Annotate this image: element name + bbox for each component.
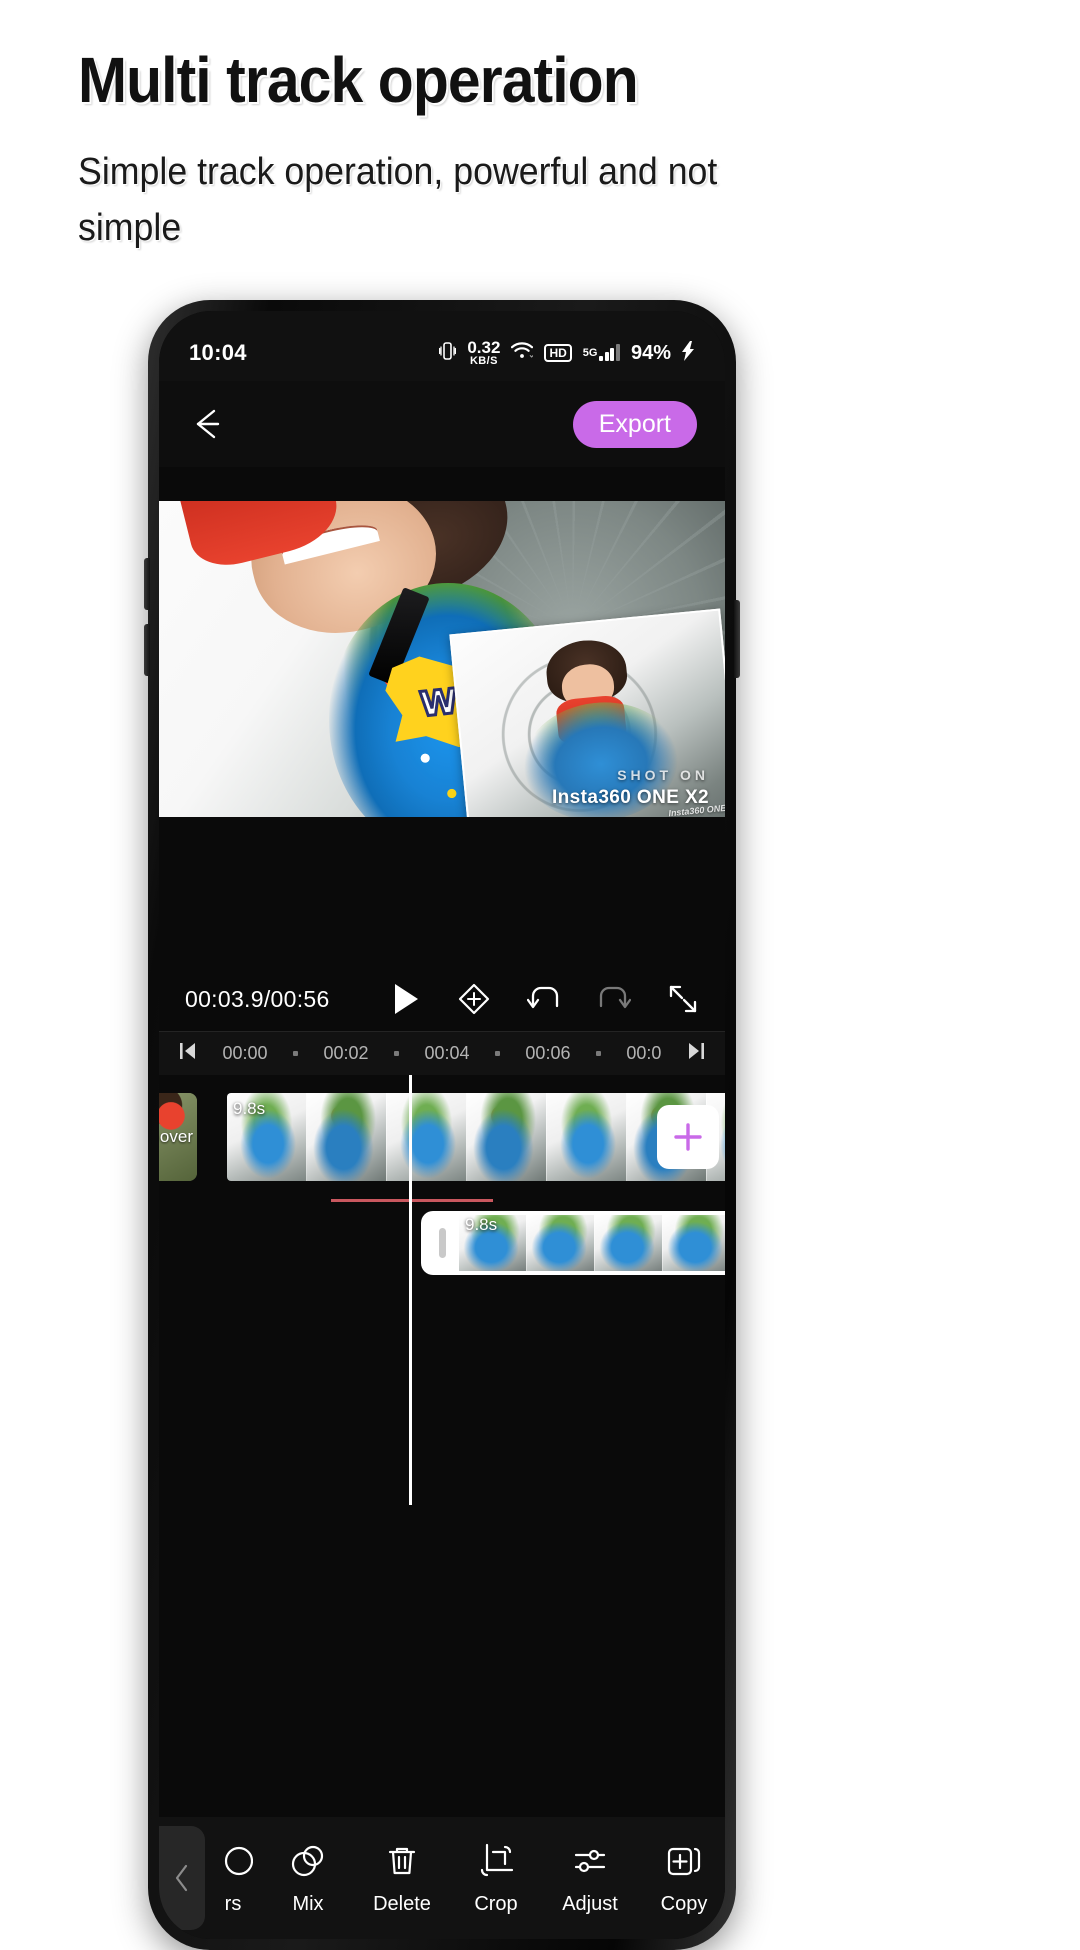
mix-icon: [288, 1841, 328, 1881]
keyframe-indicator-line: [331, 1199, 493, 1202]
ruler-minor-tick: [292, 1051, 298, 1056]
battery-level: 94%: [630, 341, 671, 364]
cover-clip[interactable]: over: [159, 1093, 197, 1181]
tool-crop[interactable]: Crop: [449, 1841, 543, 1916]
watermark-brand: Insta360 ONE X2: [551, 787, 709, 808]
signal-bars-icon: 5G: [583, 344, 620, 361]
chevron-left-icon[interactable]: [159, 1826, 205, 1930]
tool-delete[interactable]: Delete: [355, 1841, 449, 1916]
main-clip-duration: 9.8s: [233, 1099, 266, 1118]
filters-icon: [213, 1841, 253, 1881]
play-icon[interactable]: [391, 982, 421, 1016]
tool-filters[interactable]: rs: [205, 1841, 261, 1916]
export-button[interactable]: Export: [572, 400, 697, 448]
page-title: Multi track operation: [78, 44, 639, 116]
ruler-tick: 00:04: [424, 1043, 470, 1063]
power-button[interactable]: [734, 600, 740, 678]
video-preview[interactable]: WOW + ● Insta360 ONE SHOT ON Insta360 ON…: [159, 501, 725, 817]
tool-adjust[interactable]: Adjust: [543, 1841, 637, 1916]
tool-label: Mix: [292, 1892, 324, 1915]
ruler-tick: 00:00: [222, 1043, 268, 1063]
crop-icon: [476, 1841, 516, 1881]
sliders-icon: [570, 1841, 610, 1881]
phone-mockup: 10:04 0.32 KB/S HD 5G 94% Export Insta36…: [144, 300, 740, 1950]
fullscreen-icon[interactable]: [667, 983, 699, 1015]
player-control-bar: 00:03.9/00:56: [159, 967, 725, 1031]
status-bar: 10:04 0.32 KB/S HD 5G 94%: [159, 311, 725, 381]
bottom-toolbar: rs Mix Delete Crop Adjust Copy: [159, 1817, 725, 1939]
status-time: 10:04: [189, 340, 247, 365]
undo-icon[interactable]: [527, 984, 561, 1014]
tool-label: Delete: [373, 1892, 431, 1915]
ruler-minor-tick: [595, 1051, 601, 1056]
phone-screen: 10:04 0.32 KB/S HD 5G 94% Export Insta36…: [159, 311, 725, 1939]
clip-thumbnail: [387, 1093, 467, 1181]
promo-text-block: Multi track operation Simple track opera…: [78, 44, 998, 256]
pip-clip-duration: 9.8s: [465, 1215, 498, 1234]
pip-clip-thumbnail: [527, 1215, 595, 1271]
skip-to-end-icon[interactable]: [687, 1041, 705, 1066]
watermark-shot-on: SHOT ON: [617, 767, 709, 783]
tool-label: Copy: [660, 1892, 708, 1915]
clip-thumbnail: [467, 1093, 547, 1181]
preview-spacer: [159, 817, 725, 967]
app-top-nav: Export: [159, 381, 725, 467]
page-subtitle: Simple track operation, powerful and not…: [78, 151, 718, 249]
timeline-ruler[interactable]: 00:00 00:02 00:04 00:06 00:0: [159, 1031, 725, 1075]
ruler-tick: 00:06: [525, 1043, 571, 1063]
copy-icon: [664, 1841, 704, 1881]
tool-mix[interactable]: Mix: [261, 1841, 355, 1916]
volume-down-button[interactable]: [144, 624, 150, 676]
add-clip-button[interactable]: [657, 1105, 719, 1169]
tool-label: rs: [224, 1892, 242, 1915]
playhead[interactable]: [409, 1075, 412, 1505]
ruler-minor-tick: [494, 1051, 500, 1056]
tool-label: Crop: [474, 1892, 518, 1915]
pip-video-clip[interactable]: 9.8s: [421, 1211, 725, 1275]
ruler-minor-tick: [393, 1051, 399, 1056]
pip-clip-thumbnail: [663, 1215, 725, 1271]
redo-icon[interactable]: [597, 984, 631, 1014]
charging-bolt-icon: [682, 340, 695, 366]
ruler-tick: 00:02: [323, 1043, 369, 1063]
pip-clip-thumbnail: [595, 1215, 663, 1271]
tool-copy[interactable]: Copy: [637, 1841, 725, 1916]
timeline-tracks[interactable]: over 9.8s 9.8s: [159, 1075, 725, 1505]
vibrate-icon: [439, 341, 457, 366]
volume-up-button[interactable]: [144, 558, 150, 610]
pip-overlay-panel[interactable]: Insta360 ONE: [449, 608, 725, 817]
ruler-tick: 00:0: [626, 1043, 662, 1063]
preview-container: WOW + ● Insta360 ONE SHOT ON Insta360 ON…: [159, 467, 725, 817]
trash-icon: [382, 1841, 422, 1881]
network-speed: 0.32 KB/S: [467, 338, 501, 367]
keyframe-add-icon[interactable]: [457, 982, 491, 1016]
clip-thumbnail: [547, 1093, 627, 1181]
wifi-icon: [511, 342, 535, 364]
clip-thumbnail: [307, 1093, 387, 1181]
hd-icon: HD: [544, 343, 572, 363]
clip-trim-handle-left[interactable]: [425, 1211, 459, 1275]
tool-label: Adjust: [562, 1892, 618, 1915]
main-video-clip[interactable]: 9.8s: [227, 1093, 725, 1181]
timecode-display: 00:03.9/00:56: [185, 985, 330, 1012]
cover-clip-label: over: [159, 1127, 193, 1146]
back-arrow-icon[interactable]: [187, 403, 229, 445]
skip-to-start-icon[interactable]: [179, 1041, 197, 1066]
